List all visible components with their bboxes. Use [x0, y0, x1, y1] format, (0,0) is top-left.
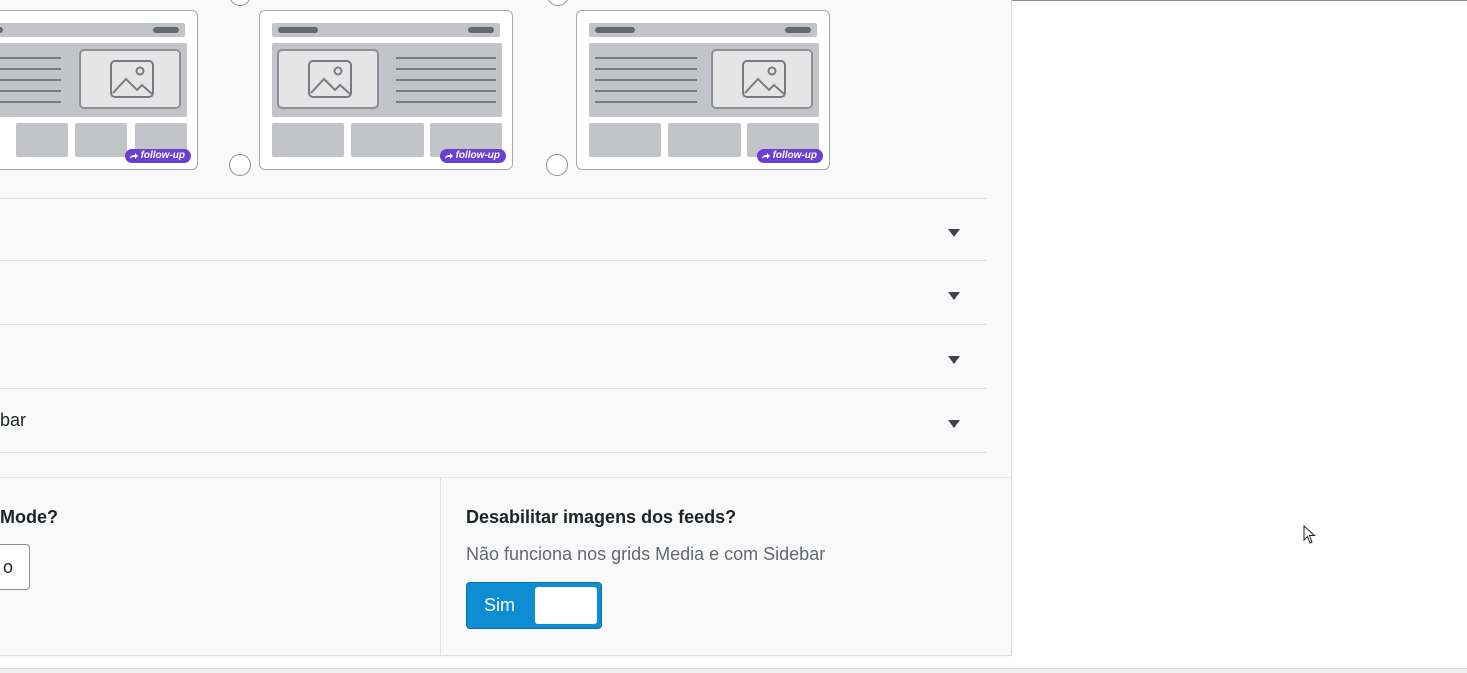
layout-radio-2[interactable] — [229, 154, 251, 176]
window-bottom-border — [0, 668, 1467, 673]
settings-row: Mode? o Desabilitar imagens dos feeds? N… — [0, 477, 1011, 655]
dark-mode-toggle-button[interactable]: o — [0, 544, 30, 590]
accordion-label: bar — [0, 410, 27, 430]
layout-radio-1[interactable] — [229, 0, 251, 6]
layout-radio-3[interactable] — [546, 154, 568, 176]
image-placeholder-icon — [277, 49, 379, 109]
badge-label: follow-up — [140, 150, 185, 161]
settings-panel: follow-up follow-up follow-up bar Mode? … — [0, 0, 1012, 656]
caret-down-icon[interactable] — [948, 229, 960, 237]
accordion-row-1[interactable] — [0, 198, 986, 261]
toggle-label: Sim — [484, 595, 515, 615]
layout-preview-hero — [0, 43, 187, 117]
image-placeholder-icon — [79, 49, 181, 109]
layout-preview-hero — [272, 43, 502, 117]
layout-preview-header — [0, 23, 185, 37]
accordion-row-2[interactable] — [0, 262, 986, 325]
mouse-cursor-icon — [1303, 525, 1316, 544]
badge-label: follow-up — [455, 150, 500, 161]
column-divider — [440, 478, 441, 655]
share-arrow-icon — [761, 153, 770, 159]
dark-mode-title: Mode? — [0, 507, 58, 527]
disable-images-description: Não funciona nos grids Media e com Sideb… — [466, 544, 826, 564]
toggle-knob[interactable] — [535, 587, 597, 624]
follow-up-badge: follow-up — [124, 149, 191, 163]
layout-card-3[interactable]: follow-up — [576, 10, 830, 170]
layout-preview-header — [272, 23, 500, 37]
disable-images-toggle[interactable]: Sim — [466, 582, 602, 629]
disable-images-title: Desabilitar imagens dos feeds? — [466, 507, 737, 527]
accordion-row-3[interactable] — [0, 326, 986, 389]
caret-down-icon[interactable] — [948, 356, 960, 364]
layout-preview-header — [589, 23, 817, 37]
image-placeholder-icon — [711, 49, 813, 109]
share-arrow-icon — [129, 153, 138, 159]
follow-up-badge: follow-up — [756, 149, 823, 163]
follow-up-badge: follow-up — [439, 149, 506, 163]
share-arrow-icon — [444, 153, 453, 159]
accordion-row-4[interactable]: bar — [0, 390, 986, 453]
layout-radio-3-top[interactable] — [547, 0, 569, 6]
layout-preview-hero — [589, 43, 819, 117]
layout-card-2[interactable]: follow-up — [259, 10, 513, 170]
badge-label: follow-up — [772, 150, 817, 161]
caret-down-icon[interactable] — [948, 420, 960, 428]
layout-card-1[interactable]: follow-up — [0, 10, 198, 170]
caret-down-icon[interactable] — [948, 292, 960, 300]
